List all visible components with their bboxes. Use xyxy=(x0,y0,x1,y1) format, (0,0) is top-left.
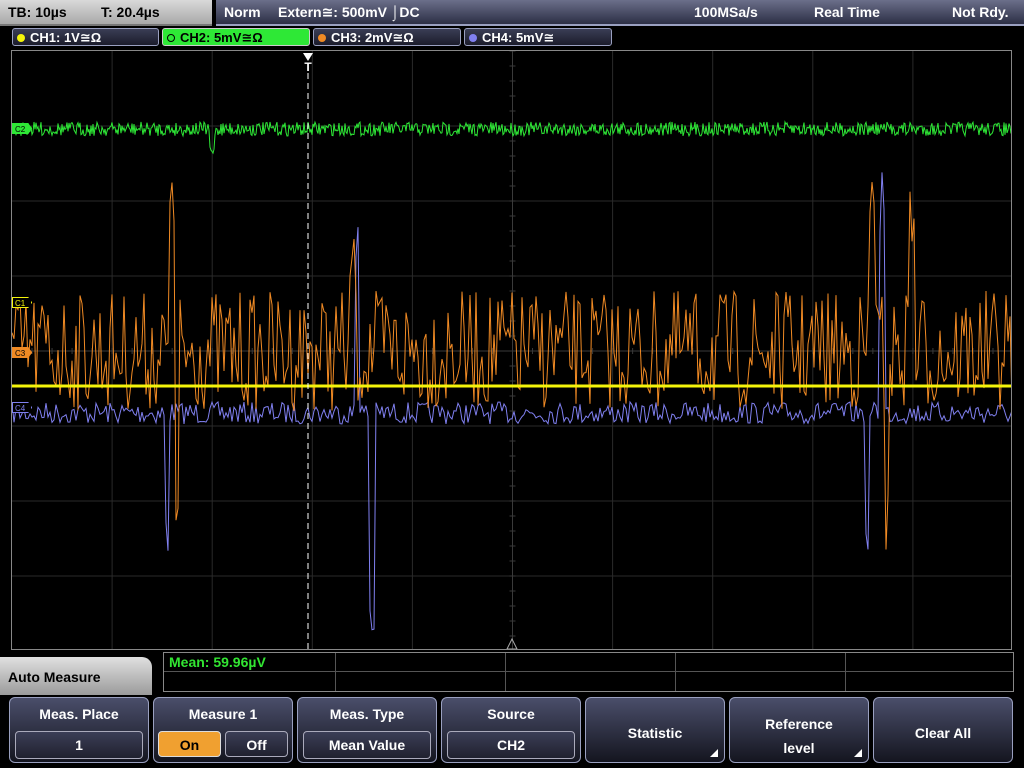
trigger-source-label: Extern≅: 500mV ⌡DC xyxy=(278,4,420,20)
channel-1-label: CH1: 1V≅Ω xyxy=(30,30,102,45)
reference-level-softkey[interactable]: Reference level xyxy=(729,697,869,763)
trigger-mode-label: Norm xyxy=(224,4,261,20)
source-softkey[interactable]: Source CH2 xyxy=(441,697,581,763)
channel-4-level-marker[interactable]: C4 xyxy=(12,402,33,413)
softkey-menu: Meas. Place 1 Measure 1 On Off Meas. Typ… xyxy=(0,695,1024,768)
measure-1-softkey[interactable]: Measure 1 On Off xyxy=(153,697,293,763)
measurement-panel: Mean: 59.96µV xyxy=(163,652,1014,692)
channel-2-level-marker[interactable]: C2 xyxy=(12,123,33,134)
acquisition-status-bar[interactable]: Norm Extern≅: 500mV ⌡DC 100MSa/s Real Ti… xyxy=(216,0,1024,26)
source-title: Source xyxy=(487,706,535,722)
waveform-display[interactable]: C2 C1 C3 C4 T xyxy=(11,50,1012,650)
meas-place-title: Meas. Place xyxy=(39,706,119,722)
sample-rate-label: 100MSa/s xyxy=(694,4,758,20)
panel-divider xyxy=(164,671,1013,672)
auto-measure-label: Auto Measure xyxy=(8,669,101,685)
meas-type-title: Meas. Type xyxy=(329,706,405,722)
channel-1-color-dot xyxy=(17,34,25,42)
trigger-marker-label: T xyxy=(304,60,312,74)
statistic-label: Statistic xyxy=(627,725,683,741)
reference-level-line2: level xyxy=(783,740,815,756)
trigger-position-marker[interactable]: T xyxy=(301,53,315,73)
channel-3-chip[interactable]: CH3: 2mV≅Ω xyxy=(313,28,461,46)
channel-2-trace xyxy=(12,120,1011,155)
channel-1-level-marker[interactable]: C1 xyxy=(12,297,33,308)
clear-all-softkey[interactable]: Clear All xyxy=(873,697,1013,763)
mean-measurement-value: Mean: 59.96µV xyxy=(169,654,266,670)
trigger-time-label: T: 20.4µs xyxy=(101,4,160,20)
meas-type-value[interactable]: Mean Value xyxy=(303,731,431,759)
meas-place-value[interactable]: 1 xyxy=(15,731,143,759)
timebase-label: TB: 10µs xyxy=(8,4,67,20)
panel-column-divider xyxy=(335,653,336,691)
statistic-softkey[interactable]: Statistic xyxy=(585,697,725,763)
reference-level-label: Reference level xyxy=(730,712,868,760)
channel-2-color-dot xyxy=(167,34,175,42)
measure-1-title: Measure 1 xyxy=(188,706,258,722)
channel-3-trace xyxy=(12,182,1011,550)
channel-3-level-marker[interactable]: C3 xyxy=(12,347,33,358)
timebase-box[interactable]: TB: 10µs T: 20.4µs xyxy=(0,0,212,26)
acquisition-mode-label: Real Time xyxy=(814,4,880,20)
submenu-corner-icon xyxy=(854,749,862,757)
channel-4-trace xyxy=(12,172,1011,631)
channel-3-color-dot xyxy=(318,34,326,42)
meas-type-softkey[interactable]: Meas. Type Mean Value xyxy=(297,697,437,763)
channel-1-chip[interactable]: CH1: 1V≅Ω xyxy=(12,28,159,46)
measure-on-option[interactable]: On xyxy=(158,731,221,757)
channel-4-color-dot xyxy=(469,34,477,42)
source-value[interactable]: CH2 xyxy=(447,731,575,759)
channel-2-chip[interactable]: CH2: 5mV≅Ω xyxy=(162,28,310,46)
channel-3-label: CH3: 2mV≅Ω xyxy=(331,30,414,45)
channel-4-chip[interactable]: CH4: 5mV≅ xyxy=(464,28,612,46)
submenu-corner-icon xyxy=(710,749,718,757)
channel-4-label: CH4: 5mV≅ xyxy=(482,30,555,45)
auto-measure-tab[interactable]: Auto Measure xyxy=(0,657,152,695)
trigger-level-arrow-icon xyxy=(506,637,518,649)
meas-place-softkey[interactable]: Meas. Place 1 xyxy=(9,697,149,763)
waveform-traces xyxy=(12,63,1011,649)
panel-column-divider xyxy=(675,653,676,691)
panel-column-divider xyxy=(845,653,846,691)
clear-all-label: Clear All xyxy=(914,725,972,741)
measure-off-option[interactable]: Off xyxy=(225,731,288,757)
top-status-bar: TB: 10µs T: 20.4µs Norm Extern≅: 500mV ⌡… xyxy=(0,0,1024,26)
panel-column-divider xyxy=(505,653,506,691)
reference-level-line1: Reference xyxy=(765,716,833,732)
run-state-label: Not Rdy. xyxy=(952,4,1009,20)
channel-2-label: CH2: 5mV≅Ω xyxy=(180,30,263,45)
